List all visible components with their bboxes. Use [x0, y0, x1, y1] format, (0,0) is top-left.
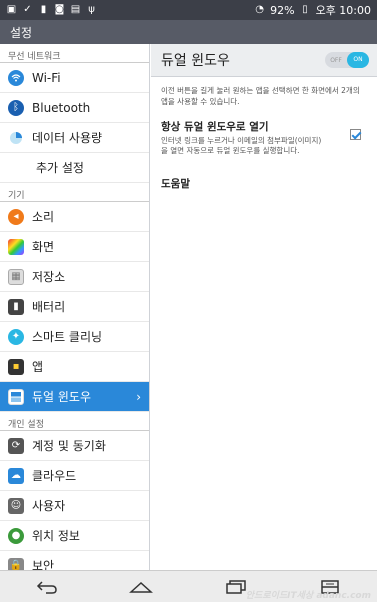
sidebar-item-label: 스마트 클리닝 — [32, 330, 103, 344]
battery-icon: ▮ — [8, 298, 24, 315]
sidebar-item-storage[interactable]: ▦ 저장소 — [0, 262, 149, 292]
camera-icon: ◙ — [54, 4, 65, 15]
dual-window-toggle[interactable]: OFF ON — [325, 52, 369, 68]
sidebar-item-label: Wi-Fi — [32, 70, 61, 85]
sound-icon: ◂ — [8, 208, 24, 225]
sidebar-item-label: 클라우드 — [32, 469, 77, 483]
sidebar-item-label: 사용자 — [32, 499, 66, 513]
toggle-on-label: ON — [347, 52, 369, 68]
sidebar-item-label: 배터리 — [32, 300, 66, 314]
apps-icon: ▪ — [8, 358, 24, 375]
sidebar-item-users[interactable]: ☺ 사용자 — [0, 491, 149, 521]
security-icon: 🔒 — [8, 557, 24, 570]
location-icon: ● — [8, 527, 24, 544]
sidebar-item-label: 소리 — [32, 210, 55, 224]
sidebar-item-label: 추가 설정 — [36, 161, 84, 175]
wifi-signal-icon: ◔ — [255, 4, 264, 15]
help-link[interactable]: 도움말 — [151, 156, 377, 191]
sidebar-item-cloud[interactable]: ☁ 클라우드 — [0, 461, 149, 491]
sidebar-item-label: 보안 — [32, 559, 55, 570]
content-pane: 듀얼 윈도우 OFF ON 이전 버튼을 길게 눌러 원하는 앱을 선택하면 한… — [151, 44, 377, 570]
users-icon: ☺ — [8, 497, 24, 514]
cloud-icon: ☁ — [8, 467, 24, 484]
usb-icon: ψ — [88, 4, 95, 15]
content-title: 듀얼 윈도우 — [161, 53, 230, 69]
app-bar: 설정 — [0, 20, 377, 44]
settings-sidebar: 무선 네트워크 Wi-Fi ᛒ Bluetooth 데이터 사용량 추가 설정 … — [0, 44, 150, 570]
section-header-personal: 개인 설정 — [0, 412, 149, 431]
sidebar-item-dual-window[interactable]: 듀얼 윈도우 › — [0, 382, 149, 412]
smart-cleaning-icon: ✦ — [8, 328, 24, 345]
sidebar-item-display[interactable]: 화면 — [0, 232, 149, 262]
bluetooth-icon: ᛒ — [8, 99, 24, 116]
page-title: 설정 — [10, 25, 33, 40]
watermark: 안드로이드IT세상 adanc.com — [245, 591, 371, 601]
sidebar-item-bluetooth[interactable]: ᛒ Bluetooth — [0, 93, 149, 123]
image-icon: ▤ — [70, 4, 81, 15]
always-open-checkbox[interactable] — [350, 129, 361, 140]
gallery-icon: ▣ — [6, 4, 17, 15]
check-icon: ✓ — [23, 4, 32, 15]
sidebar-item-label: 저장소 — [32, 270, 66, 284]
section-header-wireless: 무선 네트워크 — [0, 44, 149, 63]
toggle-off-label: OFF — [330, 56, 342, 64]
sidebar-item-label: 데이터 사용량 — [32, 131, 103, 145]
sidebar-item-data-usage[interactable]: 데이터 사용량 — [0, 123, 149, 153]
dual-window-icon — [8, 388, 24, 405]
status-bar: ▣ ✓ ▮ ◙ ▤ ψ ◔ 92% ▯ 오후 10:00 — [0, 0, 377, 20]
dual-window-description: 이전 버튼을 길게 눌러 원하는 앱을 선택하면 한 화면에서 2개의 앱을 사… — [161, 86, 360, 106]
sidebar-item-wifi[interactable]: Wi-Fi — [0, 63, 149, 93]
sidebar-item-label: 앱 — [32, 360, 44, 374]
accounts-sync-icon: ⟳ — [8, 437, 24, 454]
section-header-device: 기기 — [0, 183, 149, 202]
sidebar-item-label: 화면 — [32, 240, 55, 254]
sidebar-item-apps[interactable]: ▪ 앱 — [0, 352, 149, 382]
chevron-right-icon: › — [136, 390, 141, 404]
always-open-dual-window-option[interactable]: 항상 듀얼 윈도우로 열기 인터넷 링크를 누르거나 이메일의 첨부파일(이미지… — [151, 107, 377, 156]
battery-icon: ▯ — [302, 4, 308, 15]
display-icon — [8, 238, 24, 255]
sidebar-item-location[interactable]: ● 위치 정보 — [0, 521, 149, 551]
data-usage-icon — [8, 130, 24, 146]
sidebar-item-sound[interactable]: ◂ 소리 — [0, 202, 149, 232]
storage-icon: ▦ — [8, 268, 24, 285]
sidebar-item-label: 위치 정보 — [32, 529, 80, 543]
option-subtitle: 인터넷 링크를 누르거나 이메일의 첨부파일(이미지)을 열면 자동으로 듀얼 … — [161, 136, 322, 155]
sidebar-item-security[interactable]: 🔒 보안 — [0, 551, 149, 570]
back-icon[interactable] — [35, 577, 59, 597]
sidebar-item-battery[interactable]: ▮ 배터리 — [0, 292, 149, 322]
sidebar-item-label: 듀얼 윈도우 — [32, 390, 92, 404]
sidebar-item-label: Bluetooth — [32, 100, 91, 115]
navigation-bar: 안드로이드IT세상 adanc.com — [0, 570, 377, 602]
sidebar-item-more-settings[interactable]: 추가 설정 — [0, 153, 149, 183]
sidebar-item-accounts-sync[interactable]: ⟳ 계정 및 동기화 — [0, 431, 149, 461]
clock: 오후 10:00 — [315, 4, 371, 17]
sidebar-item-smart-cleaning[interactable]: ✦ 스마트 클리닝 — [0, 322, 149, 352]
wifi-icon — [8, 69, 24, 86]
home-icon[interactable] — [129, 577, 154, 597]
option-title: 항상 듀얼 윈도우로 열기 — [161, 121, 269, 133]
battery-percentage: 92% — [270, 3, 295, 17]
recent-apps-icon[interactable] — [224, 577, 248, 597]
notification-icon: ▮ — [40, 4, 47, 15]
sidebar-item-label: 계정 및 동기화 — [32, 439, 106, 453]
